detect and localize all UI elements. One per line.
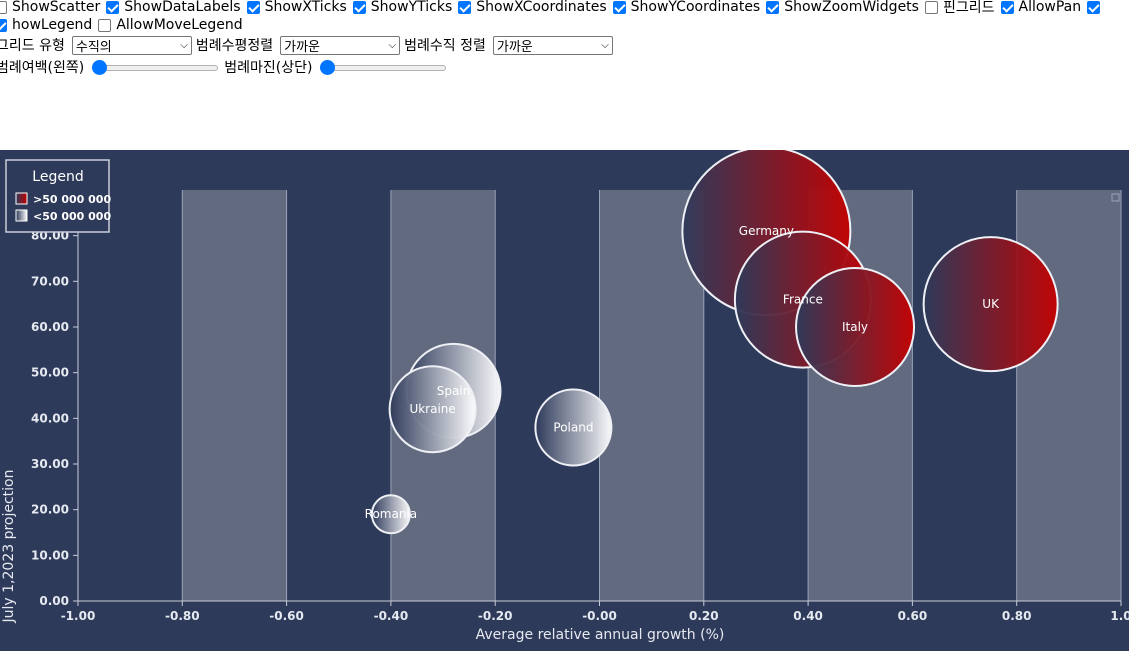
data-label-ukraine: Ukraine — [409, 402, 455, 416]
y-tick-label: 70.00 — [31, 274, 69, 288]
grid-type-select[interactable]: 수직의 ⌵ — [71, 35, 192, 55]
chevron-down-icon: ⌵ — [601, 39, 609, 51]
checkbox-row2-item-0[interactable]: howLegend — [0, 17, 92, 33]
checkbox[interactable] — [0, 18, 7, 32]
y-tick-label: 60.00 — [31, 320, 69, 334]
checkbox-label: ShowYTicks — [370, 0, 453, 15]
checkbox[interactable] — [0, 0, 7, 14]
checkbox[interactable] — [106, 0, 120, 14]
legend-title: Legend — [32, 169, 83, 185]
chevron-down-icon: ⌵ — [388, 39, 397, 51]
checkbox[interactable] — [98, 18, 112, 32]
x-tick-label: 0.80 — [1002, 609, 1032, 623]
checkbox-label: AllowMoveLegend — [116, 17, 243, 33]
slider-track — [320, 65, 447, 71]
slider-row: 범례여백(왼쪽) 범례마진(상단) — [0, 57, 452, 77]
checkbox-row1-item-1[interactable]: ShowDataLabels — [106, 0, 241, 15]
checkbox-label: AllowPan — [1018, 0, 1082, 15]
x-tick-label: -1.00 — [61, 609, 96, 623]
data-label-italy: Italy — [842, 320, 868, 334]
checkbox[interactable] — [1000, 0, 1014, 14]
checkbox-row1-item-5[interactable]: ShowYCoordinates — [612, 0, 761, 15]
legend-margin-top-label: 범례마진(상단) — [224, 60, 313, 76]
select-row: 그리드 유형 수직의 ⌵ 범례수평정렬 가까운 ⌵ 범례수직 정렬 가까운 ⌵ — [0, 35, 617, 55]
slider-thumb[interactable] — [320, 60, 336, 75]
legend-margin-top-slider[interactable] — [320, 59, 447, 75]
checkbox-label: 핀그리드 — [942, 0, 995, 16]
x-tick-label: 0.20 — [689, 609, 719, 623]
legend-h-align-label: 범례수평정렬 — [195, 38, 274, 54]
checkbox-label: ShowXTicks — [264, 0, 347, 15]
checkbox-row1-item-2[interactable]: ShowXTicks — [246, 0, 347, 15]
checkbox[interactable] — [1087, 0, 1101, 14]
slider-thumb[interactable] — [92, 60, 108, 75]
checkbox-row1-item-8[interactable]: AllowPan — [1000, 0, 1082, 15]
checkbox[interactable] — [924, 0, 938, 14]
checkbox-row1-item-4[interactable]: ShowXCoordinates — [458, 0, 607, 15]
x-axis-title: Average relative annual growth (%) — [476, 627, 725, 643]
checkbox-label: howLegend — [12, 17, 93, 33]
chart-legend[interactable]: Legend >50 000 000 <50 000 000 — [5, 159, 111, 233]
checkbox[interactable] — [612, 0, 626, 14]
checkbox-label: ShowYCoordinates — [630, 0, 761, 15]
y-tick-label: 50.00 — [31, 366, 69, 380]
checkbox-row1-item-3[interactable]: ShowYTicks — [352, 0, 453, 15]
grid-type-label: 그리드 유형 — [0, 38, 65, 54]
checkbox-label: ShowDataLabels — [124, 0, 241, 15]
slider-track — [92, 65, 219, 71]
legend-swatch — [15, 209, 28, 222]
checkbox[interactable] — [246, 0, 260, 14]
x-tick-label: -0.40 — [374, 609, 409, 623]
data-label-france: France — [783, 293, 823, 307]
legend-margin-left-slider[interactable] — [92, 59, 219, 75]
data-label-spain: Spain — [437, 384, 471, 398]
checkbox-label: ShowZoomWidgets — [784, 0, 919, 15]
y-tick-label: 10.00 — [31, 548, 69, 562]
checkbox-label: ShowScatter — [12, 0, 101, 15]
data-label-germany: Germany — [739, 224, 794, 238]
legend-v-align-label: 범례수직 정렬 — [404, 38, 486, 54]
y-tick-label: 30.00 — [31, 457, 69, 471]
data-label-romania: Romania — [365, 507, 417, 521]
x-tick-label: 0.40 — [793, 609, 823, 623]
y-tick-label: 40.00 — [31, 411, 69, 425]
y-tick-label: 0.00 — [39, 594, 69, 608]
checkbox[interactable] — [352, 0, 366, 14]
y-axis-title: July 1,2023 projection — [1, 470, 17, 624]
checkbox-row-2: howLegend AllowMoveLegend — [0, 17, 249, 33]
checkbox-row1-item-6[interactable]: ShowZoomWidgets — [766, 0, 919, 15]
chevron-down-icon: ⌵ — [180, 39, 188, 51]
data-label-poland: Poland — [553, 420, 593, 434]
x-tick-label: -0.00 — [582, 609, 617, 623]
data-label-uk: UK — [982, 297, 1000, 311]
x-tick-label: 0.60 — [898, 609, 928, 623]
checkbox[interactable] — [766, 0, 780, 14]
y-tick-label: 20.00 — [31, 503, 69, 517]
checkbox[interactable] — [458, 0, 472, 14]
x-tick-label: -0.20 — [478, 609, 513, 623]
x-tick-label: -0.80 — [165, 609, 200, 623]
bubble-chart[interactable]: -1.00 -0.80 -0.60 -0.40 -0.20 -0.00 0.20 0.40 0.… — [0, 150, 1129, 651]
legend-h-align-select[interactable]: 가까운 ⌵ — [280, 35, 401, 55]
checkbox-row-1: ShowScatter ShowDataLabels ShowXTicks ShowY… — [0, 0, 1111, 17]
x-tick-label: -0.60 — [269, 609, 304, 623]
legend-swatch — [15, 192, 28, 205]
checkbox-row1-item-9[interactable] — [1087, 0, 1105, 14]
grid-band — [182, 190, 287, 601]
legend-v-align-select[interactable]: 가까운 ⌵ — [492, 35, 613, 55]
legend-item-label: <50 000 000 — [33, 210, 111, 223]
legend-margin-left-label: 범례여백(왼쪽) — [0, 60, 85, 76]
checkbox-row2-item-1[interactable]: AllowMoveLegend — [98, 17, 243, 33]
checkbox-row1-item-0[interactable]: ShowScatter — [0, 0, 100, 15]
checkbox-label: ShowXCoordinates — [476, 0, 607, 15]
x-tick-label: 1.0 — [1110, 609, 1129, 623]
checkbox-row1-item-7[interactable]: 핀그리드 — [924, 0, 995, 17]
legend-item-label: >50 000 000 — [33, 193, 111, 206]
